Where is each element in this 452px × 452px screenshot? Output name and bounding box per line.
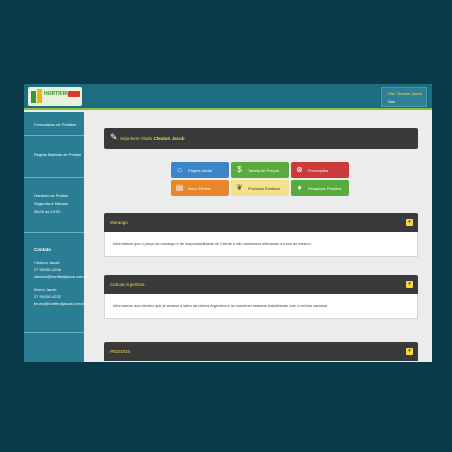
order-hours-time: 08:00 às 13:00 bbox=[34, 209, 61, 214]
tile-label: Produtos Exóticos bbox=[248, 186, 281, 191]
panel-header: PEDIDOS ▾ bbox=[104, 342, 418, 361]
contact-name: Cleuton Jacob bbox=[34, 260, 60, 265]
panel-header: Cebola Argentina ▾ bbox=[104, 275, 418, 294]
welcome-greeting: Seja Bem Vindo bbox=[120, 136, 153, 141]
tile-label: Promoções bbox=[308, 168, 329, 173]
logout-link[interactable]: Sair bbox=[388, 99, 395, 104]
app-window: HORTIFRUTI Olá, Cleuton Jacob Sair Formu… bbox=[24, 84, 432, 362]
notice-panel-onion: Cebola Argentina ▾ Informamos aos client… bbox=[104, 275, 418, 319]
home-button[interactable]: ⌂ Página Inicial bbox=[171, 162, 229, 178]
panel-text: Informamos aos clientes que já acabou a … bbox=[113, 304, 329, 308]
sidebar-item-order-forms[interactable]: Formulários de Pedidos bbox=[24, 112, 84, 136]
logo-mark-secondary bbox=[37, 89, 42, 103]
contact-email[interactable]: cleuton@hortifrutijacob.com.br bbox=[34, 273, 88, 280]
main-content: ✎ Seja Bem Vindo Cleuton Jacob ⌂ Página … bbox=[84, 112, 432, 362]
price-table-button[interactable]: $ Tabela de Preços bbox=[231, 162, 289, 178]
sidebar-order-hours: Horários de Pedido Segunda à Sábado 08:0… bbox=[24, 178, 84, 233]
tile-label: Pesquisar Pedidos bbox=[308, 186, 342, 191]
leaf-icon: ❦ bbox=[236, 183, 243, 192]
microphone-icon: ♦ bbox=[297, 183, 302, 192]
sidebar-item-label: Regras Básicas de Pedido bbox=[34, 152, 82, 157]
user-greeting: Olá, Cleuton Jacob bbox=[388, 91, 423, 96]
welcome-user-name: Cleuton Jacob bbox=[153, 136, 185, 141]
home-icon: ⌂ bbox=[177, 165, 182, 174]
contact-name: Bruno Jacob bbox=[34, 287, 57, 292]
logo-mark bbox=[31, 91, 36, 103]
promotions-button[interactable]: ⊗ Promoções bbox=[291, 162, 349, 178]
price-tag-icon: $ bbox=[237, 165, 242, 174]
panel-text: Informamos que o preço do morango é de r… bbox=[113, 242, 312, 246]
pencil-icon: ✎ bbox=[110, 132, 118, 142]
order-hours-days: Segunda à Sábado bbox=[34, 201, 69, 206]
logo-badge bbox=[68, 91, 80, 97]
sidebar: Formulários de Pedidos Regras Básicas de… bbox=[24, 112, 88, 362]
tile-label: Tabela de Preços bbox=[248, 168, 279, 173]
sidebar-item-label: Formulários de Pedidos bbox=[34, 122, 77, 127]
contact-title: Contato bbox=[34, 247, 51, 252]
panel-title: PEDIDOS bbox=[110, 349, 131, 354]
panel-header: Morango ▾ bbox=[104, 213, 418, 232]
tile-label: Página Inicial bbox=[188, 168, 212, 173]
collapse-icon[interactable]: ▾ bbox=[406, 348, 413, 355]
notice-panel-orders: PEDIDOS ▾ bbox=[104, 342, 418, 362]
percent-icon: ⊗ bbox=[296, 165, 303, 174]
search-orders-button[interactable]: ♦ Pesquisar Pedidos bbox=[291, 180, 349, 196]
tile-label: Novo Pedido bbox=[188, 186, 211, 191]
logo[interactable]: HORTIFRUTI bbox=[28, 87, 82, 106]
new-order-button[interactable]: ▤ Novo Pedido bbox=[171, 180, 229, 196]
welcome-text: Seja Bem Vindo Cleuton Jacob bbox=[120, 136, 184, 141]
welcome-bar: ✎ Seja Bem Vindo Cleuton Jacob bbox=[104, 128, 418, 149]
panel-title: Cebola Argentina bbox=[110, 282, 145, 287]
contact-email[interactable]: bruno@hortifrutijacob.com.br bbox=[34, 300, 86, 307]
sidebar-contact: Contato Cleuton Jacob 27 99150-4246 cleu… bbox=[24, 233, 88, 332]
top-bar: HORTIFRUTI Olá, Cleuton Jacob Sair bbox=[24, 84, 432, 110]
contact-phone: 27 99150-4232 bbox=[34, 294, 61, 299]
sidebar-item-order-rules[interactable]: Regras Básicas de Pedido bbox=[24, 136, 84, 178]
order-hours-title: Horários de Pedido bbox=[34, 193, 69, 198]
exotic-products-button[interactable]: ❦ Produtos Exóticos bbox=[231, 180, 289, 196]
cart-icon: ▤ bbox=[175, 183, 184, 192]
notice-panel-strawberry: Morango ▾ Informamos que o preço do mora… bbox=[104, 213, 418, 257]
collapse-icon[interactable]: ▾ bbox=[406, 219, 413, 226]
contact-phone: 27 99150-4246 bbox=[34, 267, 61, 272]
panel-body: Informamos que o preço do morango é de r… bbox=[104, 232, 418, 257]
user-box[interactable]: Olá, Cleuton Jacob Sair bbox=[381, 87, 427, 107]
panel-body: Informamos aos clientes que já acabou a … bbox=[104, 294, 418, 319]
sidebar-footer bbox=[24, 332, 84, 362]
collapse-icon[interactable]: ▾ bbox=[406, 281, 413, 288]
panel-title: Morango bbox=[110, 220, 128, 225]
